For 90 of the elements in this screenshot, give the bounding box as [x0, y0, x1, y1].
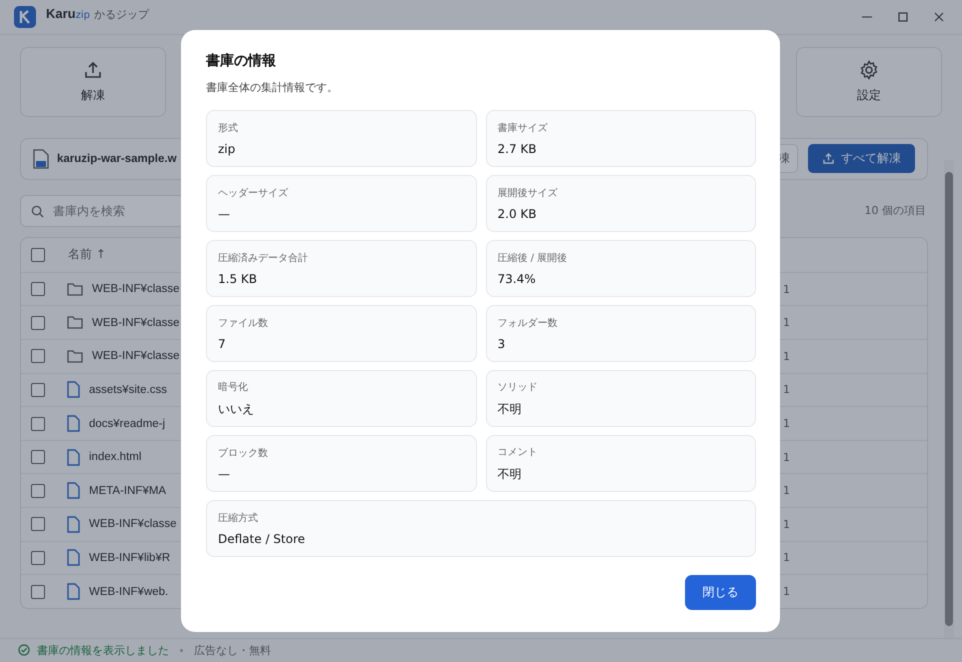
row-checkbox[interactable] — [31, 382, 45, 397]
app-logo-icon — [14, 6, 36, 28]
dialog-subtitle: 書庫全体の集計情報です。 — [206, 80, 339, 95]
row-checkbox[interactable] — [31, 484, 45, 498]
file-name[interactable]: META-INF¥MA — [89, 484, 166, 497]
info-value: — — [218, 207, 231, 221]
column-header[interactable]: 名前 ↑ — [68, 246, 106, 264]
file-name[interactable]: index.html — [89, 451, 142, 464]
table-cell-text: 1 — [783, 450, 791, 464]
archive-file-name: karuzip-war-sample.w — [57, 152, 177, 165]
file-name[interactable]: WEB-INF¥web. — [89, 586, 168, 598]
info-value: 7 — [218, 337, 227, 351]
info-label: コメント — [498, 446, 538, 458]
folder-icon — [67, 282, 83, 296]
file-name[interactable]: WEB-INF¥lib¥R — [89, 552, 170, 564]
toolbar-button[interactable]: 設定 — [796, 46, 942, 117]
toolbar-button[interactable]: 解凍 — [20, 46, 166, 117]
dialog-title: 書庫の情報 — [206, 52, 277, 70]
file-name[interactable]: WEB-INF¥classe — [89, 518, 177, 530]
row-checkbox[interactable] — [31, 316, 45, 330]
info-value: 不明 — [498, 466, 522, 482]
file-name[interactable]: WEB-INF¥classe — [92, 283, 180, 296]
row-checkbox[interactable] — [31, 550, 45, 565]
info-label: ソリッド — [498, 380, 538, 394]
info-value: Deflate / Store — [218, 532, 306, 546]
file-icon — [67, 415, 80, 432]
check-icon — [18, 644, 30, 656]
table-cell-text: 1 — [783, 585, 791, 598]
table-cell-text: 1 — [783, 484, 791, 498]
app-name-suffix: zip — [76, 10, 90, 21]
info-label: 圧縮済みデータ合計 — [218, 252, 309, 265]
info-label: 形式 — [218, 122, 239, 135]
table-cell-text: 1 — [783, 282, 791, 296]
file-icon — [67, 381, 80, 398]
scrollbar[interactable] — [944, 160, 954, 638]
settings-icon — [859, 60, 879, 80]
info-label: ファイル数 — [218, 317, 269, 330]
info-value: 73.4% — [498, 272, 537, 286]
info-value: 3 — [498, 337, 506, 351]
info-value: 2.0 KB — [498, 207, 538, 221]
status-note: 広告なし・無料 — [194, 642, 271, 658]
maximize-icon[interactable] — [898, 12, 908, 22]
app-subtitle: かるジップ — [94, 6, 149, 22]
file-name[interactable]: WEB-INF¥classe — [92, 316, 180, 329]
status-message: 書庫の情報を表示しました — [37, 642, 169, 658]
row-checkbox[interactable] — [31, 416, 45, 431]
file-icon — [67, 516, 80, 533]
info-value: zip — [218, 142, 236, 156]
file-name[interactable]: docs¥readme-j — [89, 418, 166, 430]
table-cell-text: 1 — [783, 383, 791, 396]
close-icon[interactable] — [934, 12, 944, 22]
file-icon — [67, 583, 80, 600]
search-icon — [31, 204, 44, 218]
table-cell-text: 1 — [783, 350, 791, 363]
folder-icon — [67, 350, 83, 363]
info-label: 展開後サイズ — [498, 187, 558, 200]
select-all-checkbox[interactable] — [31, 248, 45, 262]
info-label: ブロック数 — [218, 446, 269, 460]
folder-icon — [67, 316, 83, 330]
row-checkbox[interactable] — [31, 450, 45, 464]
info-label: 暗号化 — [218, 380, 249, 394]
row-checkbox[interactable] — [31, 517, 45, 532]
row-checkbox[interactable] — [31, 349, 45, 364]
table-cell-text: 1 — [783, 551, 791, 564]
info-value: 2.7 KB — [498, 142, 538, 156]
info-value: 1.5 KB — [218, 272, 258, 286]
info-value: 不明 — [498, 400, 522, 418]
row-checkbox[interactable] — [31, 282, 45, 296]
item-count: 10 個の項目 — [864, 203, 926, 218]
file-name[interactable]: assets¥site.css — [89, 384, 167, 396]
table-cell-text: 1 — [783, 518, 791, 531]
row-checkbox[interactable] — [31, 584, 45, 599]
file-icon — [67, 549, 80, 566]
upload-icon — [83, 60, 103, 80]
file-icon — [33, 148, 49, 169]
info-label: フォルダー数 — [498, 317, 558, 330]
table-cell-text: 1 — [783, 417, 791, 430]
file-name[interactable]: WEB-INF¥classe — [92, 350, 180, 362]
close-button[interactable]: 閉じる — [685, 575, 756, 610]
info-value: いいえ — [218, 400, 255, 418]
file-icon — [67, 448, 80, 466]
info-label: 書庫サイズ — [498, 122, 548, 135]
info-label: 圧縮方式 — [218, 512, 259, 525]
upload-icon — [822, 152, 835, 166]
extract-button[interactable]: すべて解凍 — [808, 144, 915, 174]
info-value: — — [218, 467, 231, 481]
file-icon — [67, 482, 80, 500]
table-cell-text: 1 — [783, 316, 791, 330]
info-label: 圧縮後 / 展開後 — [498, 252, 568, 265]
app-name: Karu — [46, 6, 76, 21]
